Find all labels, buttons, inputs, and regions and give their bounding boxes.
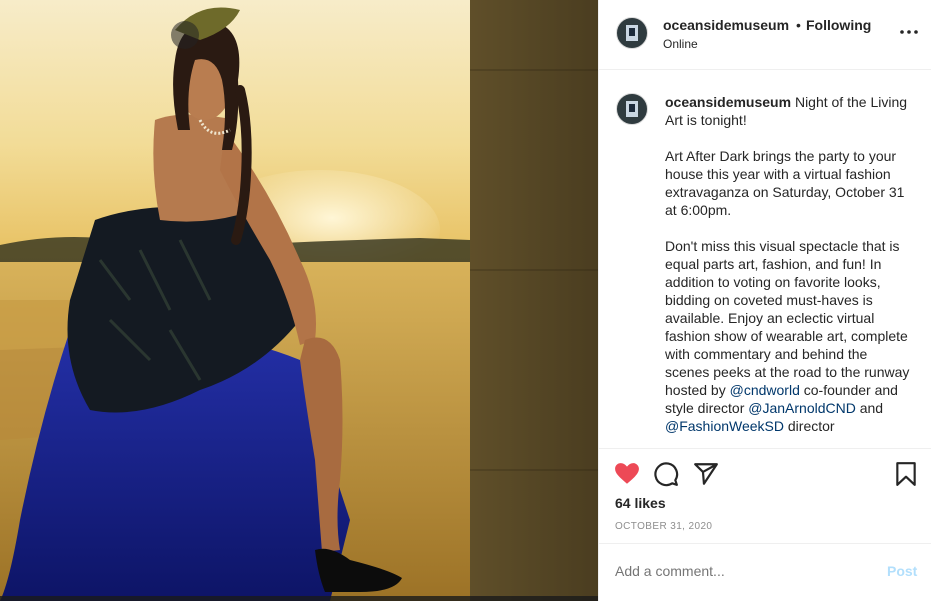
- mention-janarnoldcnd[interactable]: @JanArnoldCND: [748, 400, 856, 416]
- caption-text-part: director: [784, 418, 835, 434]
- caption-username[interactable]: oceansidemuseum: [665, 94, 791, 110]
- heart-icon[interactable]: [614, 461, 640, 487]
- caption-paragraph-2: Art After Dark brings the party to your …: [665, 148, 905, 218]
- following-button[interactable]: Following: [806, 17, 871, 33]
- comment-bar: Post: [599, 543, 931, 602]
- avatar[interactable]: [616, 17, 648, 49]
- caption-paragraph-3: Don't miss this visual spectacle that is…: [665, 237, 913, 435]
- share-icon[interactable]: [693, 461, 719, 487]
- post-header: oceansidemuseum • Following Online: [599, 0, 931, 70]
- caption-text-part: and: [855, 400, 884, 416]
- caption-line1: oceansidemuseum Night of the Living Art …: [665, 93, 913, 129]
- caption-text: oceansidemuseum Night of the Living Art …: [665, 93, 913, 448]
- caption-text-part: Don't miss this visual spectacle that is…: [665, 238, 910, 398]
- online-status: Online: [663, 37, 698, 51]
- more-options-icon[interactable]: [899, 22, 919, 42]
- caption-avatar[interactable]: [616, 93, 648, 125]
- mention-fashionweeksd[interactable]: @FashionWeekSD: [665, 418, 784, 434]
- photo-illustration: [0, 0, 598, 601]
- post-modal: oceansidemuseum • Following Online ocean…: [0, 0, 931, 601]
- caption-section: oceansidemuseum Night of the Living Art …: [599, 70, 931, 448]
- comment-icon[interactable]: [653, 461, 679, 487]
- post-date[interactable]: OCTOBER 31, 2020: [615, 521, 712, 532]
- likes-count[interactable]: 64 likes: [615, 495, 666, 511]
- post-button[interactable]: Post: [887, 563, 917, 579]
- separator-dot: •: [796, 17, 801, 33]
- header-username[interactable]: oceansidemuseum: [663, 17, 789, 33]
- post-photo[interactable]: [0, 0, 598, 601]
- bookmark-icon[interactable]: [893, 461, 919, 487]
- mention-cndworld[interactable]: @cndworld: [730, 382, 800, 398]
- post-side-panel: oceansidemuseum • Following Online ocean…: [598, 0, 931, 601]
- action-bar: 64 likes OCTOBER 31, 2020: [599, 448, 931, 543]
- comment-input[interactable]: [615, 563, 855, 579]
